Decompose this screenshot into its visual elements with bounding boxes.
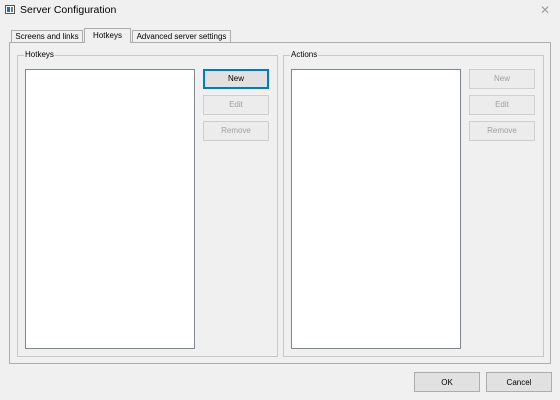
cancel-button[interactable]: Cancel [486,372,552,392]
close-icon[interactable]: ✕ [530,0,560,20]
actions-edit-button[interactable]: Edit [469,95,535,115]
hotkeys-groupbox: Hotkeys New Edit Remove [17,49,278,357]
tab-hotkeys[interactable]: Hotkeys [84,28,131,43]
actions-group-title: Actions [290,49,319,60]
actions-list[interactable] [291,69,461,349]
title-bar: Server Configuration ✕ [0,0,560,20]
hotkeys-tab-panel: Hotkeys New Edit Remove Actions New Edit… [9,42,551,364]
actions-new-button[interactable]: New [469,69,535,89]
app-window-icon [5,5,15,14]
hotkeys-edit-button[interactable]: Edit [203,95,269,115]
ok-button[interactable]: OK [414,372,480,392]
actions-groupbox: Actions New Edit Remove [283,49,544,357]
hotkeys-group-title: Hotkeys [24,49,55,60]
hotkeys-list[interactable] [25,69,195,349]
hotkeys-remove-button[interactable]: Remove [203,121,269,141]
hotkeys-new-button[interactable]: New [203,69,269,89]
actions-remove-button[interactable]: Remove [469,121,535,141]
window-title: Server Configuration [20,4,117,16]
